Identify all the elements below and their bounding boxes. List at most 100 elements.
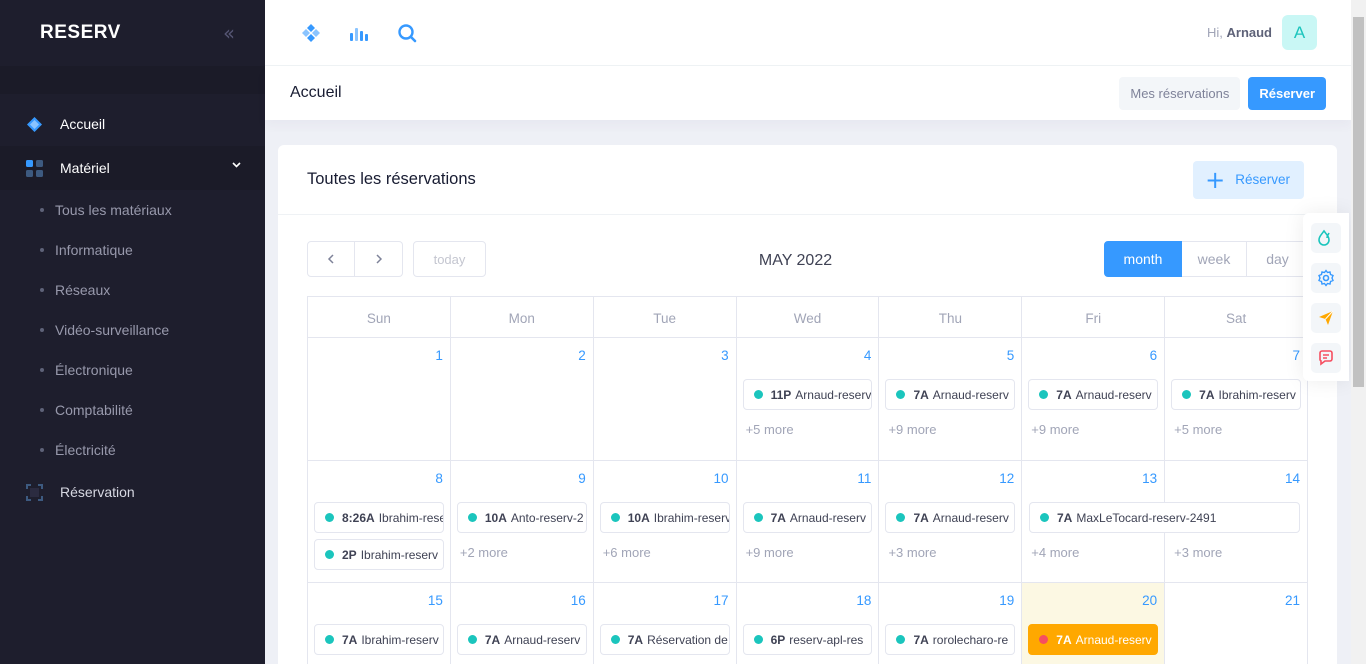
calendar-event[interactable]: 6P reserv-apl-res [742, 624, 873, 655]
calendar-day-cell[interactable]: 9 10A Anto-reserv-2 +2 more [450, 461, 594, 583]
calendar-day-cell[interactable]: 12 7A Arnaud-reserv +3 more [879, 461, 1023, 583]
more-events-link[interactable]: +9 more [1031, 422, 1079, 437]
day-number[interactable]: 19 [999, 593, 1014, 608]
reserve-button[interactable]: Réserver [1248, 76, 1326, 110]
gear-icon[interactable] [1311, 263, 1341, 293]
today-button[interactable]: today [413, 241, 486, 277]
calendar-event[interactable]: 7A Arnaud-reserv [456, 624, 587, 655]
my-reservations-button[interactable]: Mes réservations [1119, 76, 1241, 110]
chat-icon[interactable] [1311, 343, 1341, 373]
more-events-link[interactable]: +9 more [888, 422, 936, 437]
calendar-day-cell[interactable]: 16 7A Arnaud-reserv [451, 583, 594, 664]
card-reserve-button[interactable]: + Réserver [1193, 160, 1304, 199]
day-number[interactable]: 4 [864, 348, 872, 363]
calendar-event[interactable]: 2P Ibrahim-reserv [314, 539, 444, 570]
sidebar-item-materiel[interactable]: Matériel [0, 146, 265, 190]
calendar-event[interactable]: 10A Anto-reserv-2 [456, 502, 587, 533]
more-events-link[interactable]: +5 more [746, 422, 794, 437]
calendar-day-cell[interactable]: 19 7A rorolecharo-re [879, 583, 1023, 664]
scrollbar-thumb[interactable] [1353, 17, 1364, 387]
calendar-day-cell[interactable]: 3 [593, 338, 737, 461]
calendar-event[interactable]: 7A Réservation de [599, 624, 730, 655]
drops-icon[interactable] [1311, 223, 1341, 253]
sidebar-subitem-reseaux[interactable]: Réseaux [0, 270, 265, 310]
calendar-event[interactable]: 7A Arnaud-reserv [885, 379, 1016, 410]
calendar-day-cell[interactable]: 21 [1165, 583, 1309, 664]
prev-month-button[interactable] [307, 241, 355, 277]
day-number[interactable]: 20 [1142, 593, 1157, 608]
day-number[interactable]: 5 [1007, 348, 1015, 363]
calendar-day-cell[interactable]: 8 8:26AIbrahim-reserv 2PIbrahim-reserv [308, 461, 451, 583]
day-number[interactable]: 7 [1293, 348, 1301, 363]
page-scrollbar[interactable] [1351, 0, 1366, 664]
brand-bar: RESERV ‹‹ [0, 0, 265, 66]
day-number[interactable]: 12 [999, 471, 1014, 486]
day-number[interactable]: 3 [721, 348, 729, 363]
calendar-event[interactable]: 7A rorolecharo-re [885, 624, 1016, 655]
calendar-event[interactable]: 8:26AIbrahim-reserv [314, 502, 444, 533]
sidebar-subitem-video-surveillance[interactable]: Vidéo-surveillance [0, 310, 265, 350]
avatar[interactable]: A [1282, 15, 1317, 50]
sidebar-subitem-comptabilite[interactable]: Comptabilité [0, 390, 265, 430]
sidebar-subitem-informatique[interactable]: Informatique [0, 230, 265, 270]
day-number[interactable]: 18 [856, 593, 871, 608]
calendar-event[interactable]: 7A Ibrahim-reserv [314, 624, 444, 655]
day-number[interactable]: 1 [435, 348, 443, 363]
apps-icon[interactable] [300, 22, 322, 44]
double-chevron-left-icon[interactable]: ‹‹ [223, 21, 235, 45]
sidebar-item-reservation[interactable]: Réservation [0, 470, 265, 514]
sidebar-subitem-tous-les-materiaux[interactable]: Tous les matériaux [0, 190, 265, 230]
calendar-day-cell[interactable]: 15 7A Ibrahim-reserv [308, 583, 451, 664]
day-number[interactable]: 11 [857, 471, 871, 486]
calendar-event[interactable]: 7A Arnaud-reserv [742, 502, 873, 533]
calendar-day-cell[interactable]: 6 7A Arnaud-reserv +9 more [1022, 338, 1166, 461]
day-number[interactable]: 10 [714, 471, 729, 486]
day-number[interactable]: 6 [1150, 348, 1158, 363]
bar-chart-icon[interactable] [348, 22, 370, 44]
next-month-button[interactable] [355, 241, 403, 277]
calendar-event-multiday[interactable]: 7A MaxLeTocard-reserv-2491 [1029, 502, 1300, 533]
more-events-link[interactable]: +4 more [1031, 545, 1079, 560]
sidebar-subitem-electricite[interactable]: Électricité [0, 430, 265, 470]
day-number[interactable]: 15 [428, 593, 443, 608]
more-events-link[interactable]: +2 more [460, 545, 508, 560]
day-number[interactable]: 2 [578, 348, 586, 363]
view-month-button[interactable]: month [1104, 241, 1182, 277]
calendar-day-cell-today[interactable]: 20 7A Arnaud-reserv [1022, 583, 1166, 664]
calendar-day-cell[interactable]: 5 7A Arnaud-reserv +9 more [879, 338, 1023, 461]
calendar-event[interactable]: 10A Ibrahim-reserv [599, 502, 730, 533]
more-events-link[interactable]: +3 more [1174, 545, 1222, 560]
calendar-day-cell[interactable]: 18 6P reserv-apl-res [737, 583, 880, 664]
calendar-day-cell[interactable]: 10 10A Ibrahim-reserv +6 more [593, 461, 737, 583]
brand-logo[interactable]: RESERV [40, 22, 121, 44]
calendar-event[interactable]: 7A Ibrahim-reserv [1171, 379, 1302, 410]
day-number[interactable]: 16 [571, 593, 586, 608]
calendar-day-cell[interactable]: 1 [308, 338, 451, 461]
search-icon[interactable] [396, 22, 418, 44]
more-events-link[interactable]: +6 more [603, 545, 651, 560]
calendar-day-cell[interactable]: 17 7A Réservation de [594, 583, 737, 664]
calendar-event[interactable]: 7A Arnaud-reserv [885, 502, 1016, 533]
calendar-day-cell[interactable]: 2 [450, 338, 594, 461]
more-events-link[interactable]: +3 more [888, 545, 936, 560]
calendar-event-highlighted[interactable]: 7A Arnaud-reserv [1028, 624, 1159, 655]
day-number[interactable]: 8 [435, 471, 443, 486]
day-number[interactable]: 21 [1285, 593, 1300, 608]
day-number[interactable]: 13 [1142, 471, 1157, 486]
calendar-event[interactable]: 7A Arnaud-reserv [1028, 379, 1159, 410]
more-events-link[interactable]: +9 more [746, 545, 794, 560]
view-week-button[interactable]: week [1182, 241, 1247, 277]
calendar-event[interactable]: 11P Arnaud-reserv [742, 379, 873, 410]
more-events-link[interactable]: +5 more [1174, 422, 1222, 437]
user-menu[interactable]: Hi, Arnaud A [1207, 15, 1351, 50]
calendar-day-cell[interactable]: 4 11P Arnaud-reserv +5 more [736, 338, 880, 461]
paper-plane-icon[interactable] [1311, 303, 1341, 333]
sidebar-subitem-electronique[interactable]: Électronique [0, 350, 265, 390]
sidebar-item-accueil[interactable]: Accueil [0, 102, 265, 146]
day-number[interactable]: 17 [714, 593, 729, 608]
day-number[interactable]: 14 [1285, 471, 1300, 486]
day-number[interactable]: 9 [578, 471, 586, 486]
calendar-day-cell[interactable]: 7 7A Ibrahim-reserv +5 more [1165, 338, 1309, 461]
calendar-day-cell[interactable]: 11 7A Arnaud-reserv +9 more [736, 461, 880, 583]
view-day-button[interactable]: day [1247, 241, 1309, 277]
